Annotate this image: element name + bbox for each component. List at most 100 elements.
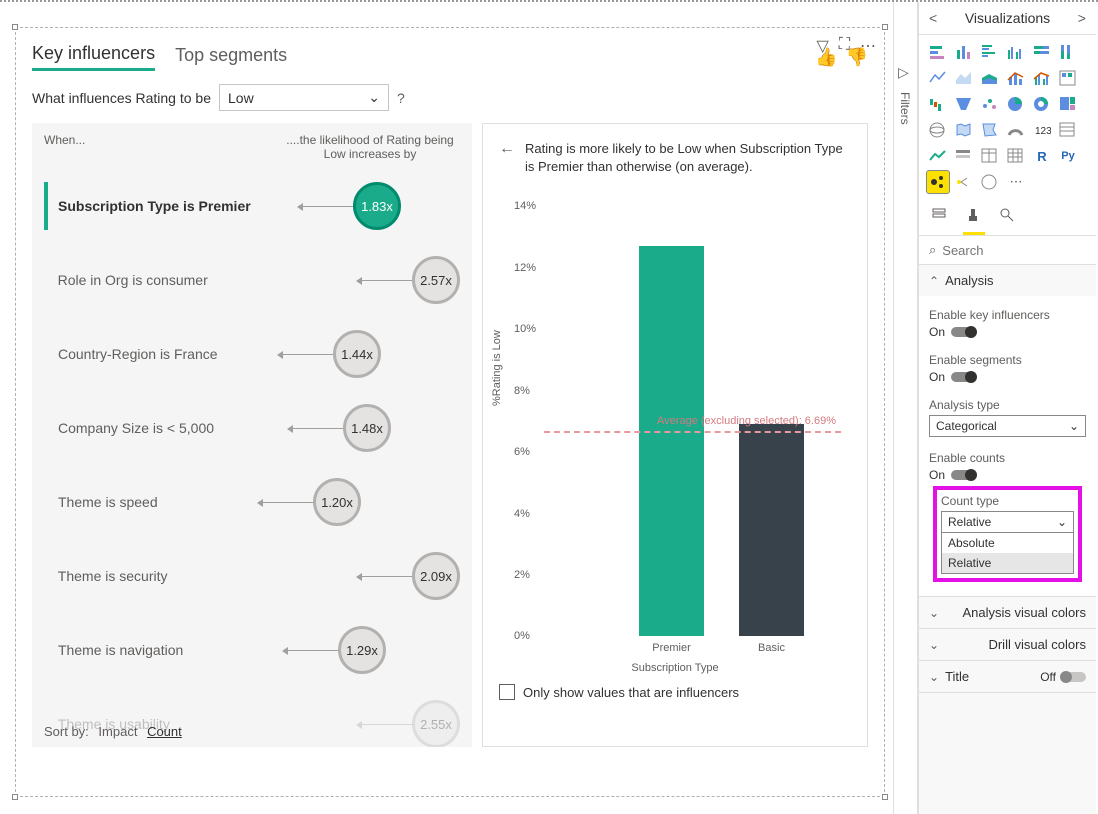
section-analysis-visual-colors[interactable]: ⌄Analysis visual colors	[919, 597, 1096, 628]
section-title[interactable]: ⌄Title Off	[919, 661, 1096, 692]
r-visual-icon[interactable]: R	[1031, 145, 1053, 167]
line-clustered-icon[interactable]	[1031, 67, 1053, 89]
prop-enable-ki: Enable key influencers	[929, 308, 1086, 322]
rating-value-dropdown[interactable]: Low ⌄	[219, 84, 389, 111]
influencer-bubble[interactable]: 1.83x	[353, 182, 401, 230]
influencer-bubble[interactable]: 2.09x	[412, 552, 460, 600]
selection-bar	[44, 256, 48, 304]
line-column-icon[interactable]	[1005, 67, 1027, 89]
funnel-icon[interactable]	[953, 93, 975, 115]
collapse-pane-icon[interactable]: <	[929, 10, 937, 26]
matrix-icon[interactable]	[1005, 145, 1027, 167]
option-absolute[interactable]: Absolute	[942, 533, 1073, 553]
toggle-enable-segments[interactable]: On	[929, 370, 1086, 384]
influencer-bubble[interactable]: 1.29x	[338, 626, 386, 674]
stacked-column-icon[interactable]	[953, 41, 975, 63]
bar-premier[interactable]	[639, 246, 704, 636]
focus-mode-icon[interactable]: ⛶	[839, 36, 850, 56]
option-relative[interactable]: Relative	[942, 553, 1073, 573]
toggle-enable-counts[interactable]: On	[929, 468, 1086, 482]
help-icon[interactable]: ?	[397, 90, 405, 106]
waterfall-icon[interactable]	[927, 93, 949, 115]
area-chart-icon[interactable]	[953, 67, 975, 89]
toggle-title[interactable]: Off	[1040, 670, 1086, 684]
map-icon[interactable]	[927, 119, 949, 141]
influencer-label: Company Size is < 5,000	[58, 420, 253, 436]
sort-count[interactable]: Count	[147, 724, 182, 739]
resize-handle[interactable]	[12, 24, 18, 30]
influencer-row[interactable]: Theme is speed 1.20x	[44, 465, 460, 539]
ribbon-chart-icon[interactable]	[1057, 67, 1079, 89]
multi-row-card-icon[interactable]	[1057, 119, 1079, 141]
sort-label: Sort by:	[44, 724, 89, 739]
section-analysis[interactable]: ⌃Analysis	[919, 265, 1096, 296]
tab-top-segments[interactable]: Top segments	[175, 45, 287, 70]
influencer-bubble[interactable]: 2.57x	[412, 256, 460, 304]
stacked-bar-100-icon[interactable]	[1031, 41, 1053, 63]
scatter-icon[interactable]	[979, 93, 1001, 115]
card-icon[interactable]: 123	[1031, 119, 1053, 141]
resize-handle[interactable]	[882, 794, 888, 800]
analytics-tab-icon[interactable]	[997, 203, 1019, 235]
treemap-icon[interactable]	[1057, 93, 1079, 115]
back-icon[interactable]: ←	[499, 140, 515, 158]
y-tick: 14%	[514, 200, 536, 212]
key-influencers-visual[interactable]: ▽ ⛶ ⋯ Key influencers Top segments 👍 👎 W…	[15, 27, 885, 797]
pie-icon[interactable]	[1005, 93, 1027, 115]
shape-map-icon[interactable]	[979, 119, 1001, 141]
sort-impact[interactable]: Impact	[98, 724, 137, 739]
tab-key-influencers[interactable]: Key influencers	[32, 43, 155, 71]
influencer-row[interactable]: Theme is navigation 1.29x	[44, 613, 460, 687]
expand-pane-icon[interactable]: >	[1078, 10, 1086, 26]
y-tick: 6%	[514, 446, 530, 458]
count-type-dropdown[interactable]: Relative⌄	[941, 511, 1074, 533]
stacked-area-icon[interactable]	[979, 67, 1001, 89]
count-type-highlight: Count type Relative⌄ Absolute Relative	[933, 486, 1082, 582]
format-tab-icon[interactable]	[963, 203, 985, 235]
gauge-icon[interactable]	[1005, 119, 1027, 141]
influencer-bubble[interactable]: 1.44x	[333, 330, 381, 378]
line-chart-icon[interactable]	[927, 67, 949, 89]
section-drill-visual-colors[interactable]: ⌄Drill visual colors	[919, 629, 1096, 660]
stacked-bar-icon[interactable]	[927, 41, 949, 63]
search-input[interactable]	[942, 243, 1098, 258]
decomposition-tree-icon[interactable]	[953, 171, 975, 193]
prop-analysis-type: Analysis type	[929, 398, 1086, 412]
table-icon[interactable]	[979, 145, 1001, 167]
filled-map-icon[interactable]	[953, 119, 975, 141]
donut-icon[interactable]	[1031, 93, 1053, 115]
filters-pane-collapsed[interactable]: ▷ Filters	[893, 2, 918, 814]
prop-enable-counts: Enable counts	[929, 451, 1086, 465]
influencer-bubble[interactable]: 1.48x	[343, 404, 391, 452]
slicer-icon[interactable]	[953, 145, 975, 167]
influencer-row[interactable]: Company Size is < 5,000 1.48x	[44, 391, 460, 465]
py-visual-icon[interactable]: Py	[1057, 145, 1079, 167]
influencer-label: Theme is navigation	[58, 642, 253, 658]
analysis-type-dropdown[interactable]: Categorical⌄	[929, 415, 1086, 437]
influencers-list: When... ....the likelihood of Rating bei…	[32, 123, 472, 747]
viz-gallery: 123 R Py ⋯	[919, 35, 1096, 199]
filter-icon[interactable]: ▽	[816, 36, 828, 56]
dropdown-value: Low	[228, 90, 254, 106]
influencer-bubble[interactable]: 1.20x	[313, 478, 361, 526]
influencers-only-checkbox[interactable]	[499, 684, 515, 700]
resize-handle[interactable]	[12, 794, 18, 800]
more-options-icon[interactable]: ⋯	[860, 36, 876, 56]
more-visuals-icon[interactable]: ⋯	[1005, 171, 1027, 193]
stacked-column-100-icon[interactable]	[1057, 41, 1079, 63]
key-influencers-icon[interactable]	[927, 171, 949, 193]
qa-icon[interactable]	[979, 171, 1001, 193]
fields-tab-icon[interactable]	[929, 203, 951, 235]
influencer-row[interactable]: Role in Org is consumer 2.57x	[44, 243, 460, 317]
influencer-bubble[interactable]: 2.55x	[412, 700, 460, 747]
kpi-icon[interactable]	[927, 145, 949, 167]
clustered-column-icon[interactable]	[1005, 41, 1027, 63]
influencer-row[interactable]: Country-Region is France 1.44x	[44, 317, 460, 391]
bar-basic[interactable]	[739, 424, 804, 636]
expand-filters-icon[interactable]: ▷	[898, 64, 909, 81]
influencer-row[interactable]: Theme is security 2.09x	[44, 539, 460, 613]
influencer-row[interactable]: Subscription Type is Premier 1.83x	[44, 169, 460, 243]
resize-handle[interactable]	[882, 24, 888, 30]
clustered-bar-icon[interactable]	[979, 41, 1001, 63]
toggle-enable-ki[interactable]: On	[929, 325, 1086, 339]
